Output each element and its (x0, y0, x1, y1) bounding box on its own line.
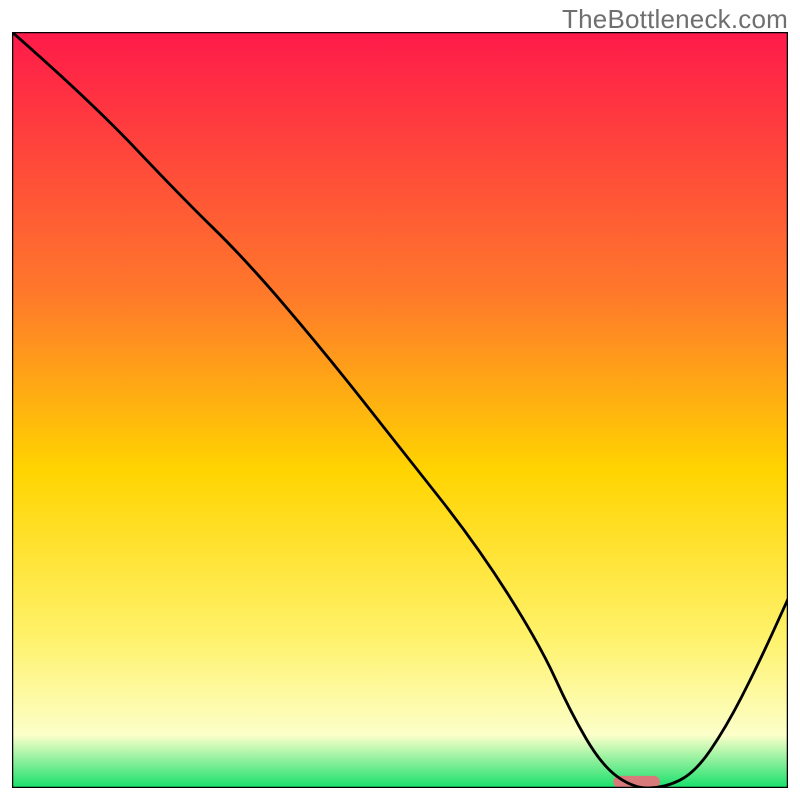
gradient-background (12, 32, 788, 788)
chart-svg (12, 32, 788, 788)
plot-area (12, 32, 788, 788)
chart-container: TheBottleneck.com (0, 0, 800, 800)
watermark-text: TheBottleneck.com (562, 4, 788, 35)
